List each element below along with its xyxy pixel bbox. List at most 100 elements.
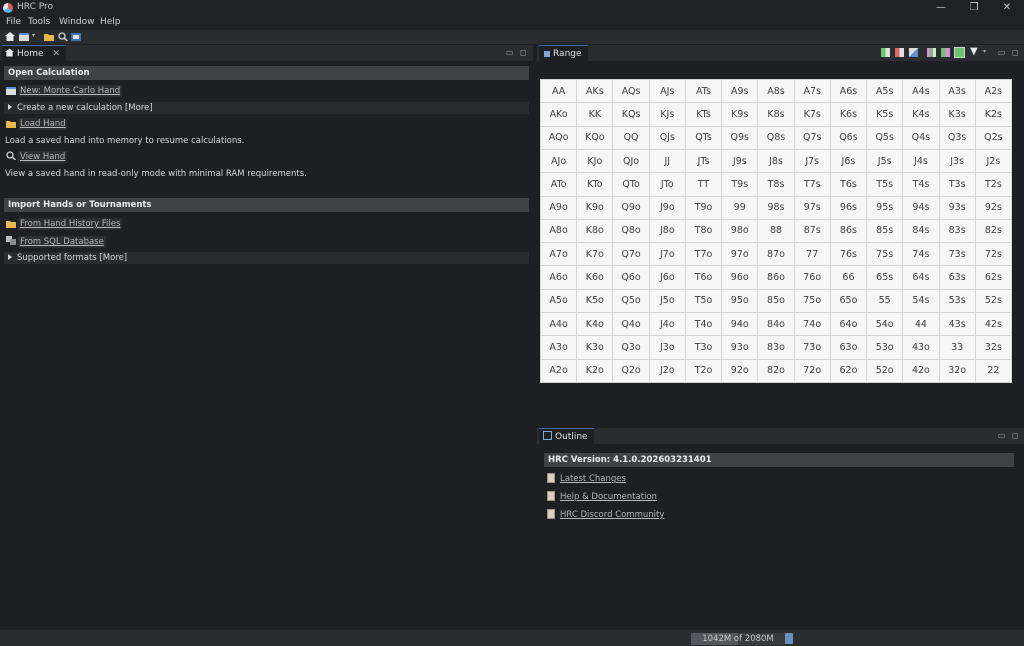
range-cell[interactable]: 63o (830, 336, 867, 359)
range-cell[interactable]: J6o (649, 266, 685, 289)
from-hand-history-link[interactable]: From Hand History Files (18, 218, 123, 230)
range-cell[interactable]: Q5s (867, 126, 903, 149)
minimize-button[interactable]: — (929, 1, 953, 15)
range-cell[interactable]: AQo (541, 126, 577, 149)
range-cell[interactable]: 64o (830, 313, 867, 336)
range-cell[interactable]: T6o (685, 266, 722, 289)
range-cell[interactable]: QTs (685, 126, 722, 149)
range-cell[interactable]: T9o (685, 196, 722, 219)
range-cell[interactable]: 74s (903, 243, 939, 266)
range-cell[interactable]: K9o (577, 196, 613, 219)
range-cell[interactable]: KQo (577, 126, 613, 149)
range-cell[interactable]: TT (685, 173, 722, 196)
range-cell[interactable]: 32s (975, 336, 1011, 359)
range-cell[interactable]: 92o (722, 359, 758, 382)
menu-file[interactable]: File (6, 17, 21, 27)
range-cell[interactable]: K2s (975, 103, 1011, 126)
range-cell[interactable]: 53s (939, 289, 975, 313)
range-cell[interactable]: A9s (722, 80, 758, 103)
range-cell[interactable]: 32o (939, 359, 975, 382)
range-cell[interactable]: 72o (794, 359, 830, 382)
range-cell[interactable]: 96s (830, 196, 867, 219)
range-cell[interactable]: KJo (577, 149, 613, 173)
range-cell[interactable]: 43s (939, 313, 975, 336)
range-cell[interactable]: Q2s (975, 126, 1011, 149)
range-cell[interactable]: 44 (903, 313, 939, 336)
tab-home[interactable]: Home ✕ (2, 45, 66, 61)
range-cell[interactable]: QJo (613, 149, 649, 173)
range-cell[interactable]: 86o (758, 266, 794, 289)
range-cell[interactable]: 82o (758, 359, 794, 382)
range-cell[interactable]: KTo (577, 173, 613, 196)
range-cell[interactable]: K4s (903, 103, 939, 126)
maximize-panel-icon[interactable]: ◻ (1012, 48, 1019, 57)
filter-icon[interactable]: ▼ (970, 46, 978, 57)
range-cell[interactable]: 75s (867, 243, 903, 266)
range-cell[interactable]: K6s (830, 103, 867, 126)
close-button[interactable]: ✕ (995, 1, 1019, 15)
range-cell[interactable]: AKo (541, 103, 577, 126)
maximize-button[interactable]: ❐ (962, 1, 986, 15)
range-cell[interactable]: J7s (794, 149, 830, 173)
range-cell[interactable]: 42s (975, 313, 1011, 336)
range-cell[interactable]: QJs (649, 126, 685, 149)
range-cell[interactable]: 66 (830, 266, 867, 289)
range-cell[interactable]: K5s (867, 103, 903, 126)
close-tab-icon[interactable]: ✕ (52, 49, 60, 59)
range-cell[interactable]: 72s (975, 243, 1011, 266)
color-scheme-red-icon[interactable] (895, 48, 904, 57)
range-cell[interactable]: T4s (903, 173, 939, 196)
range-cell[interactable]: AQs (613, 80, 649, 103)
range-cell[interactable]: 86s (830, 219, 867, 243)
dropdown-arrow-icon[interactable]: ▾ (983, 48, 986, 55)
range-cell[interactable]: 93o (722, 336, 758, 359)
range-cell[interactable]: ATo (541, 173, 577, 196)
range-cell[interactable]: A3s (939, 80, 975, 103)
from-sql-database-link[interactable]: From SQL Database (18, 236, 106, 248)
range-cell[interactable]: 52s (975, 289, 1011, 313)
range-cell[interactable]: QTo (613, 173, 649, 196)
open-folder-icon[interactable] (44, 32, 54, 41)
range-cell[interactable]: A4s (903, 80, 939, 103)
range-cell[interactable]: T4o (685, 313, 722, 336)
color-scheme-green-icon[interactable] (881, 48, 890, 57)
range-cell[interactable]: 33 (939, 336, 975, 359)
range-cell[interactable]: Q4s (903, 126, 939, 149)
search-icon[interactable] (58, 32, 68, 41)
minimize-panel-icon[interactable]: ▭ (998, 431, 1006, 440)
range-cell[interactable]: 75o (794, 289, 830, 313)
range-cell[interactable]: 43o (903, 336, 939, 359)
menu-tools[interactable]: Tools (28, 17, 50, 27)
minimize-panel-icon[interactable]: ▭ (506, 48, 514, 57)
range-cell[interactable]: K4o (577, 313, 613, 336)
range-cell[interactable]: 65o (830, 289, 867, 313)
range-cell[interactable]: 96o (722, 266, 758, 289)
range-cell[interactable]: J9s (722, 149, 758, 173)
garbage-collect-icon[interactable] (785, 633, 793, 644)
maximize-panel-icon[interactable]: ◻ (520, 48, 527, 57)
range-cell[interactable]: T9s (722, 173, 758, 196)
grid-view-icon[interactable] (954, 47, 965, 58)
range-cell[interactable]: A3o (541, 336, 577, 359)
range-cell[interactable]: 85o (758, 289, 794, 313)
range-cell[interactable]: K8o (577, 219, 613, 243)
range-cell[interactable]: J9o (649, 196, 685, 219)
range-cell[interactable]: 82s (975, 219, 1011, 243)
range-cell[interactable]: AA (541, 80, 577, 103)
range-cell[interactable]: Q8o (613, 219, 649, 243)
range-cell[interactable]: 55 (867, 289, 903, 313)
range-cell[interactable]: JTs (685, 149, 722, 173)
range-cell[interactable]: 94s (903, 196, 939, 219)
range-cell[interactable]: AJs (649, 80, 685, 103)
range-cell[interactable]: T2o (685, 359, 722, 382)
range-cell[interactable]: K2o (577, 359, 613, 382)
minimize-panel-icon[interactable]: ▭ (998, 48, 1006, 57)
range-cell[interactable]: Q6o (613, 266, 649, 289)
range-cell[interactable]: 73s (939, 243, 975, 266)
tab-range[interactable]: Range (539, 45, 588, 61)
range-cell[interactable]: 83s (939, 219, 975, 243)
range-cell[interactable]: A5o (541, 289, 577, 313)
range-cell[interactable]: 22 (975, 359, 1011, 382)
range-cell[interactable]: Q7o (613, 243, 649, 266)
range-cell[interactable]: KTs (685, 103, 722, 126)
